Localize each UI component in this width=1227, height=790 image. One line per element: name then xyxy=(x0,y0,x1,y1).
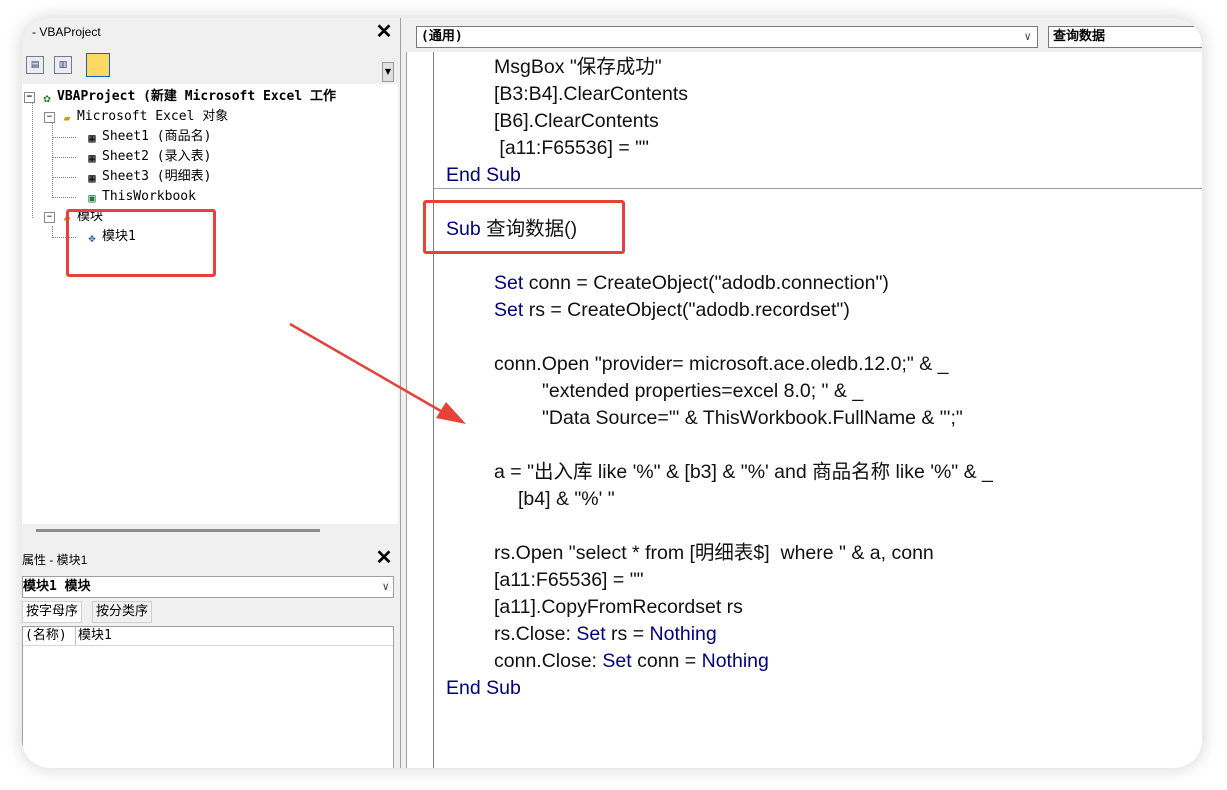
annotation-arrow xyxy=(289,322,466,424)
arrow-shaft xyxy=(289,322,447,416)
arrow-head-icon xyxy=(436,402,466,424)
